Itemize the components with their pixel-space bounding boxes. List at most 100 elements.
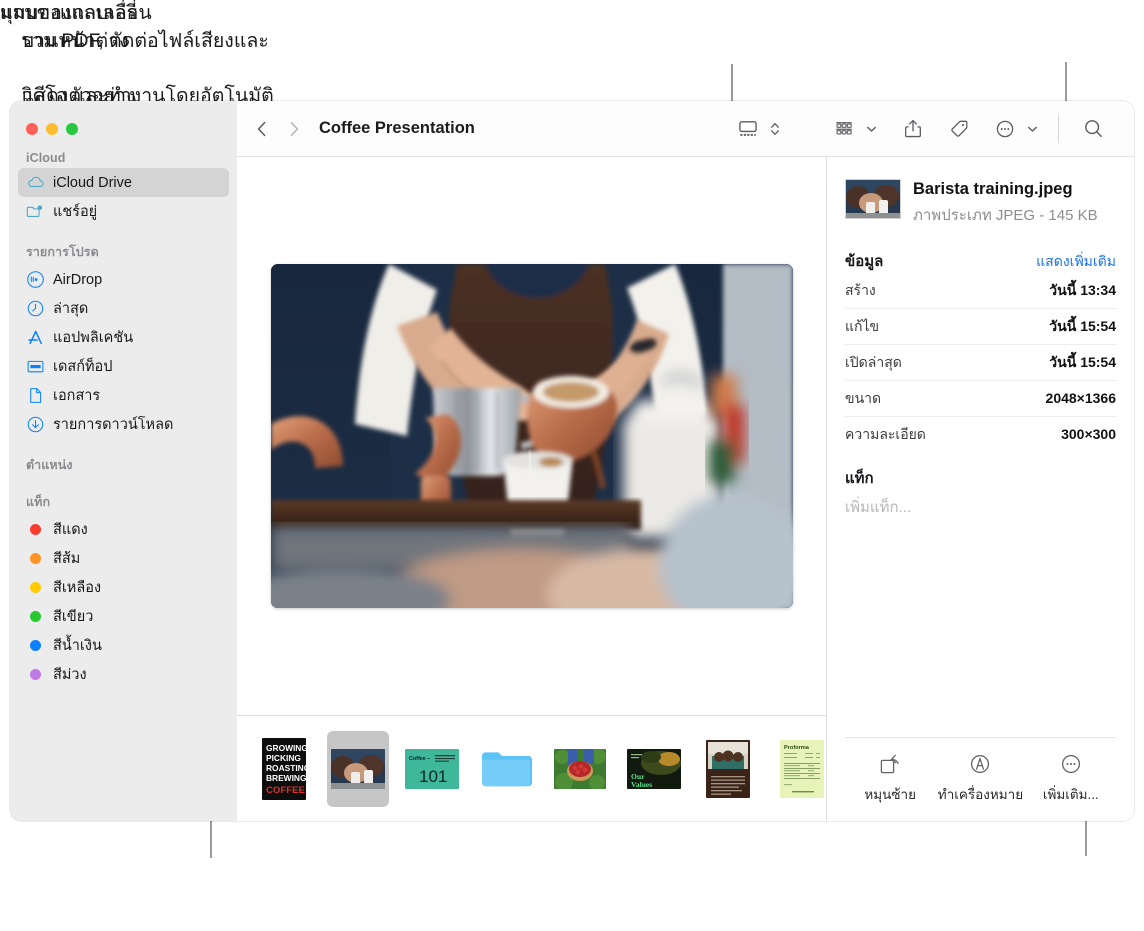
- info-row-created: สร้าง วันนี้ 13:34: [845, 273, 1116, 309]
- sidebar-item-tag-orange[interactable]: สีส้ม: [18, 544, 229, 573]
- show-more-link[interactable]: แสดงเพิ่มเติม: [1036, 251, 1116, 273]
- sidebar-item-icloud-drive[interactable]: iCloud Drive: [18, 168, 229, 197]
- filmstrip-item-barista-training[interactable]: [327, 730, 389, 807]
- callout-quick-actions-line1: รวม PDF, ตัดต่อไฟล์เสียงและ: [21, 29, 269, 52]
- sidebar-item-shared[interactable]: แชร์อยู่: [18, 197, 229, 226]
- quick-action-rotate-left[interactable]: หมุนซ้าย: [845, 752, 935, 805]
- info-row-value: วันนี้ 15:54: [1049, 317, 1116, 334]
- invoice-document: Proforma: [780, 739, 824, 798]
- cloud-icon: [26, 173, 45, 192]
- info-row-key: ความละเอียด: [845, 425, 926, 442]
- document-icon: [26, 386, 45, 405]
- sidebar-item-downloads[interactable]: รายการดาวน์โหลด: [18, 410, 229, 439]
- preview-column: GROWING PICKING ROASTING BREWING COFFEE: [237, 157, 826, 821]
- filmstrip-item-coffee-cherries[interactable]: [549, 731, 611, 807]
- sidebar-item-label: เดสก์ท็อป: [53, 359, 113, 375]
- ellipsis-circle-icon: [1059, 752, 1083, 776]
- view-mode-control[interactable]: [732, 115, 786, 143]
- clock-icon: [26, 299, 45, 318]
- add-tag-input[interactable]: เพิ่มแท็ก...: [845, 495, 1116, 519]
- finder-window: iCloud iCloud Drive แชร์อยู่ รายการโปรด …: [10, 101, 1134, 821]
- sidebar-item-tag-purple[interactable]: สีม่วง: [18, 660, 229, 689]
- tag-dot-icon: [26, 549, 45, 568]
- growing-picking-roasting-brewing-coffee-poster: GROWING PICKING ROASTING BREWING COFFEE: [262, 737, 306, 800]
- applications-icon: [26, 328, 45, 347]
- filmstrip[interactable]: GROWING PICKING ROASTING BREWING COFFEE: [237, 715, 826, 821]
- info-row-resolution: ความละเอียด 300×300: [845, 417, 1116, 452]
- traffic-lights: [10, 107, 237, 135]
- more-actions-control[interactable]: [989, 115, 1044, 143]
- sidebar-item-label: สีส้ม: [53, 551, 81, 567]
- quick-actions: หมุนซ้าย ทำเครื่องหมาย เพิ่มเติม...: [845, 737, 1116, 821]
- svg-text:PICKING: PICKING: [266, 753, 301, 763]
- info-row-dimensions: ขนาด 2048×1366: [845, 381, 1116, 417]
- file-kind-and-size: ภาพประเภท JPEG - 145 KB: [913, 206, 1098, 224]
- search-icon[interactable]: [1077, 115, 1110, 143]
- sidebar-item-label: สีม่วง: [53, 667, 87, 683]
- info-row-last-opened: เปิดล่าสุด วันนี้ 15:54: [845, 345, 1116, 381]
- sidebar-item-label: iCloud Drive: [53, 174, 132, 191]
- sidebar-item-recents[interactable]: ล่าสุด: [18, 294, 229, 323]
- window-title: Coffee Presentation: [319, 119, 475, 137]
- sidebar-item-label: สีแดง: [53, 522, 88, 538]
- share-icon[interactable]: [897, 115, 929, 143]
- filmstrip-item-our-values[interactable]: Our Values: [623, 731, 685, 807]
- up-down-chevron-icon[interactable]: [764, 115, 786, 143]
- minimize-button[interactable]: [46, 123, 58, 135]
- airdrop-icon: [26, 270, 45, 289]
- sidebar-section-locations-title: ตำแหน่ง: [26, 458, 73, 472]
- filmstrip-item-invoice[interactable]: Proforma: [771, 731, 833, 807]
- sidebar-item-label: แชร์อยู่: [53, 204, 98, 220]
- info-section-title: ข้อมูล: [845, 252, 884, 270]
- chevron-down-icon[interactable]: [1021, 115, 1044, 143]
- rotate-left-icon: [878, 752, 902, 776]
- group-items-icon[interactable]: [828, 115, 860, 143]
- sidebar-item-desktop[interactable]: เดสก์ท็อป: [18, 352, 229, 381]
- quick-action-more[interactable]: เพิ่มเติม...: [1026, 752, 1116, 805]
- tag-dot-icon: [26, 607, 45, 626]
- sidebar-item-applications[interactable]: แอปพลิเคชัน: [18, 323, 229, 352]
- desktop-icon: [26, 357, 45, 376]
- info-row-value: วันนี้ 15:54: [1049, 353, 1116, 370]
- ellipsis-circle-icon[interactable]: [989, 115, 1021, 143]
- svg-text:Coffee –: Coffee –: [409, 756, 430, 762]
- sidebar-section-tags-list: สีแดง สีส้ม สีเหลือง สีเขียว สีน้ำเงิน ส…: [10, 515, 237, 689]
- tag-icon[interactable]: [943, 115, 975, 143]
- main-split: GROWING PICKING ROASTING BREWING COFFEE: [237, 157, 1134, 821]
- chevron-down-icon[interactable]: [860, 115, 883, 143]
- sidebar-section-icloud-list: iCloud Drive แชร์อยู่: [10, 168, 237, 226]
- file-name: Barista training.jpeg: [913, 180, 1073, 198]
- sidebar-item-tag-blue[interactable]: สีน้ำเงิน: [18, 631, 229, 660]
- sidebar-item-tag-red[interactable]: สีแดง: [18, 515, 229, 544]
- sidebar-section-tags-title: แท็ก: [26, 495, 51, 509]
- info-row-modified: แก้ไข วันนี้ 15:54: [845, 309, 1116, 345]
- group-control[interactable]: [828, 115, 883, 143]
- preview-image[interactable]: [270, 264, 793, 608]
- svg-text:ROASTING: ROASTING: [266, 763, 306, 773]
- navigation-buttons: [251, 118, 305, 140]
- quick-action-markup[interactable]: ทำเครื่องหมาย: [935, 752, 1025, 805]
- sidebar-item-label: สีน้ำเงิน: [53, 638, 102, 654]
- chevron-right-icon[interactable]: [283, 118, 305, 140]
- close-button[interactable]: [26, 123, 38, 135]
- filmstrip-item-coffee-poster[interactable]: GROWING PICKING ROASTING BREWING COFFEE: [253, 731, 315, 807]
- sidebar-item-tag-yellow[interactable]: สีเหลือง: [18, 573, 229, 602]
- info-row-value: 2048×1366: [1045, 389, 1116, 406]
- gallery-view-icon[interactable]: [732, 115, 764, 143]
- tag-dot-icon: [26, 520, 45, 539]
- barista-training-photo: [331, 748, 385, 789]
- info-row-key: เปิดล่าสุด: [845, 353, 902, 370]
- folder: [482, 751, 532, 786]
- coffee-cherries-basket-photo: [554, 748, 606, 789]
- filmstrip-item-meeting-document[interactable]: [697, 731, 759, 807]
- sidebar-item-tag-green[interactable]: สีเขียว: [18, 602, 229, 631]
- preview-stage: [237, 157, 826, 715]
- chevron-left-icon[interactable]: [251, 118, 273, 140]
- filmstrip-item-coffee-101[interactable]: Coffee – 101: [401, 731, 463, 807]
- info-row-key: แก้ไข: [845, 317, 880, 334]
- sidebar-item-documents[interactable]: เอกสาร: [18, 381, 229, 410]
- svg-text:BREWING: BREWING: [266, 773, 306, 783]
- zoom-button[interactable]: [66, 123, 78, 135]
- sidebar-item-airdrop[interactable]: AirDrop: [18, 265, 229, 294]
- filmstrip-item-folder[interactable]: [475, 731, 537, 807]
